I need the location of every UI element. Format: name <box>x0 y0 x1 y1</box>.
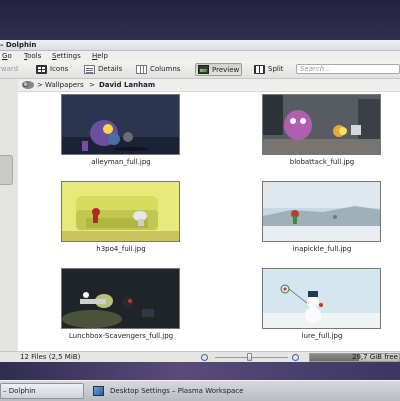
file-thumbnail-lure[interactable] <box>262 268 381 329</box>
forward-label: rward <box>0 65 19 73</box>
lunchbox-preview-image <box>62 269 179 328</box>
desktop-background <box>0 362 400 380</box>
preview-label: Preview <box>212 65 240 74</box>
file-thumbnail-lunchbox-scavengers[interactable] <box>61 268 180 329</box>
zoom-out-icon[interactable] <box>201 354 208 361</box>
taskbar: – Dolphin Desktop Settings – Plasma Work… <box>0 380 400 401</box>
alleyman-preview-image <box>62 95 179 154</box>
columns-view-icon <box>136 64 147 74</box>
breadcrumb-separator: > <box>89 81 95 89</box>
breadcrumb: > Wallpapers > David Lanham <box>18 79 400 91</box>
file-name[interactable]: alleyman_full.jpg <box>51 158 191 167</box>
blobattack-preview-image <box>263 95 380 154</box>
details-view-label: Details <box>98 65 123 73</box>
taskbar-item-desktop-settings[interactable]: Desktop Settings – Plasma Workspace <box>90 383 280 399</box>
file-thumbnail-alleyman[interactable] <box>61 94 180 155</box>
zoom-in-icon[interactable] <box>292 354 299 361</box>
desktop-settings-icon <box>93 386 104 396</box>
file-name[interactable]: h3po4_full.jpg <box>51 245 191 254</box>
h3po4-preview-image <box>62 182 179 241</box>
file-name[interactable]: blobattack_full.jpg <box>252 158 392 167</box>
breadcrumb-item-wallpapers[interactable]: Wallpapers <box>45 79 84 91</box>
split-view-button[interactable]: Split <box>252 63 286 75</box>
disk-space-indicator: 29,7 GiB free <box>309 353 400 362</box>
taskbar-item-label: – Dolphin <box>3 387 36 395</box>
dolphin-window: – Dolphin Go Tools Settings Help rward I… <box>0 40 400 363</box>
sidebar-collapse-handle[interactable] <box>0 155 13 185</box>
main-toolbar: rward Icons Details Columns Preview Spli… <box>0 61 400 79</box>
menu-tools[interactable]: Tools <box>24 51 41 61</box>
file-view: alleyman_full.jpg blobattack_full.jpg h3… <box>18 91 400 352</box>
icons-view-icon <box>36 64 47 74</box>
icons-view-label: Icons <box>50 65 69 73</box>
menubar: Go Tools Settings Help <box>0 51 400 61</box>
file-thumbnail-h3po4[interactable] <box>61 181 180 242</box>
split-view-icon <box>254 64 265 74</box>
lure-preview-image <box>263 269 380 328</box>
desktop-background-top <box>0 0 400 40</box>
icons-view-button[interactable]: Icons <box>34 63 70 75</box>
root-drive-icon[interactable] <box>22 81 34 89</box>
columns-view-label: Columns <box>150 65 181 73</box>
file-name[interactable]: lure_full.jpg <box>252 332 392 341</box>
taskbar-item-dolphin[interactable]: – Dolphin <box>0 383 84 399</box>
menu-help[interactable]: Help <box>92 51 108 61</box>
zoom-slider-handle[interactable] <box>247 353 252 361</box>
search-input[interactable]: Search... <box>296 64 400 74</box>
places-sidebar <box>0 79 19 351</box>
split-view-label: Split <box>268 65 284 73</box>
menu-settings[interactable]: Settings <box>52 51 81 61</box>
window-titlebar[interactable]: – Dolphin <box>0 40 400 51</box>
details-view-icon <box>84 64 95 74</box>
preview-toggle-button[interactable]: Preview <box>195 63 243 76</box>
file-thumbnail-inapickle[interactable] <box>262 181 381 242</box>
breadcrumb-separator: > <box>37 81 43 89</box>
search-placeholder: Search... <box>300 65 331 73</box>
preview-icon <box>198 65 209 74</box>
breadcrumb-item-current[interactable]: David Lanham <box>99 79 155 91</box>
details-view-button[interactable]: Details <box>82 63 124 75</box>
columns-view-button[interactable]: Columns <box>134 63 182 75</box>
menu-go[interactable]: Go <box>2 51 12 61</box>
window-title: – Dolphin <box>0 41 37 49</box>
file-name[interactable]: Lunchbox-Scavengers_full.jpg <box>51 332 191 341</box>
file-thumbnail-blobattack[interactable] <box>262 94 381 155</box>
inapickle-preview-image <box>263 182 380 241</box>
taskbar-item-label: Desktop Settings – Plasma Workspace <box>110 387 244 395</box>
forward-button[interactable]: rward <box>0 63 20 75</box>
file-name[interactable]: inapickle_full.jpg <box>252 245 392 254</box>
